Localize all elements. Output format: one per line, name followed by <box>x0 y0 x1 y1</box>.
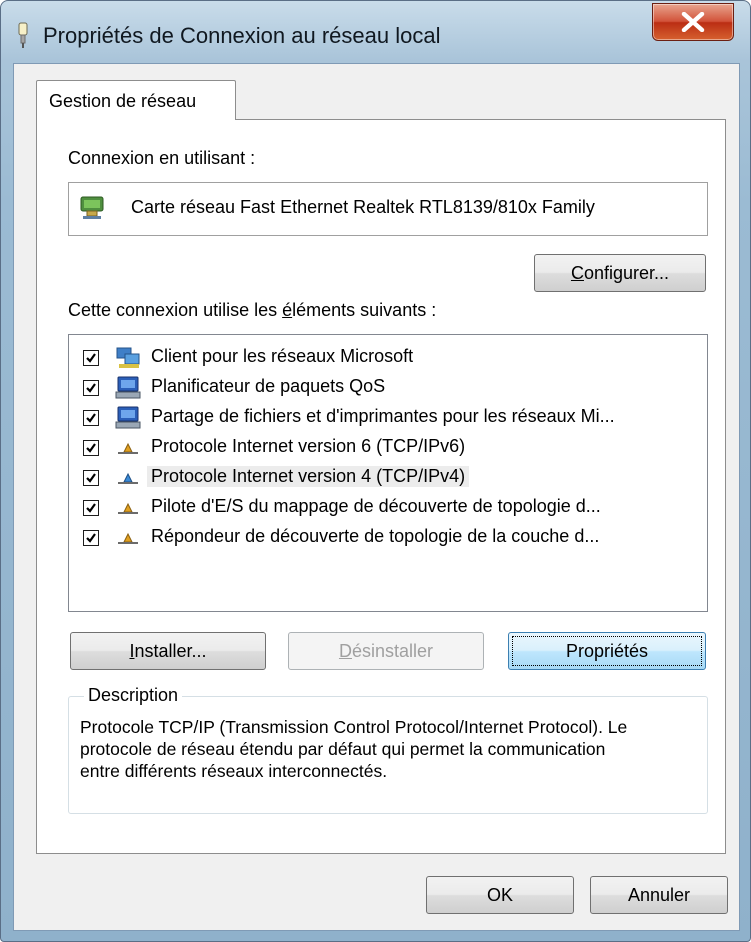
list-item-label: Protocole Internet version 4 (TCP/IPv4) <box>147 466 470 487</box>
network-client-icon <box>116 347 140 368</box>
focus-rectangle <box>512 636 702 666</box>
close-button[interactable] <box>652 3 734 41</box>
cancel-button[interactable]: Annuler <box>590 876 728 914</box>
checkmark-icon <box>86 473 96 483</box>
ok-button[interactable]: OK <box>426 876 574 914</box>
components-list[interactable]: Client pour les réseaux Microsoft Planif… <box>68 334 708 612</box>
connect-using-label: Connexion en utilisant : <box>68 148 256 168</box>
service-computer-icon <box>115 376 141 399</box>
checkmark-icon <box>86 533 96 543</box>
checkbox[interactable] <box>83 380 99 396</box>
protocol-icon <box>118 442 138 454</box>
description-title: Description <box>84 685 183 706</box>
properties-button[interactable]: Propriétés <box>508 632 706 670</box>
install-button[interactable]: Installer... <box>70 632 266 670</box>
protocol-icon <box>118 502 138 514</box>
checkmark-icon <box>86 413 96 423</box>
checkbox[interactable] <box>83 440 99 456</box>
checkbox[interactable] <box>83 530 99 546</box>
configure-button[interactable]: Configurer... <box>534 254 706 292</box>
list-item-label: Planificateur de paquets QoS <box>151 376 386 396</box>
network-adapter-icon <box>80 196 104 219</box>
uninstall-button[interactable]: Désinstaller <box>288 632 484 670</box>
checkmark-icon <box>86 383 96 393</box>
adapter-field: Carte réseau Fast Ethernet Realtek RTL81… <box>68 182 708 236</box>
adapter-name: Carte réseau Fast Ethernet Realtek RTL81… <box>131 197 595 217</box>
tab-gestion-de-reseau[interactable]: Gestion de réseau <box>36 80 236 120</box>
list-item-label: Client pour les réseaux Microsoft <box>151 346 414 366</box>
items-label: Cette connexion utilise les éléments sui… <box>68 300 437 320</box>
checkbox[interactable] <box>83 410 99 426</box>
list-item-label: Partage de fichiers et d'imprimantes pou… <box>151 406 615 426</box>
window-title: Propriétés de Connexion au réseau local <box>43 23 441 48</box>
checkmark-icon <box>86 353 96 363</box>
list-item-label: Protocole Internet version 6 (TCP/IPv6) <box>151 436 466 456</box>
service-computer-icon <box>115 406 141 429</box>
protocol-icon <box>118 532 138 544</box>
checkmark-icon <box>86 443 96 453</box>
title-bar[interactable]: Propriétés de Connexion au réseau local <box>1 1 750 63</box>
checkbox[interactable] <box>83 470 99 486</box>
checkbox[interactable] <box>83 350 99 366</box>
close-icon <box>681 12 705 32</box>
list-item-label: Répondeur de découverte de topologie de … <box>151 526 600 546</box>
checkbox[interactable] <box>83 500 99 516</box>
description-area: Protocole TCP/IP (Transmission Control P… <box>80 716 700 812</box>
network-icon <box>18 22 28 48</box>
checkmark-icon <box>86 503 96 513</box>
description-text: Protocole TCP/IP (Transmission Control P… <box>80 717 628 781</box>
protocol-icon <box>118 472 138 484</box>
list-item-label: Pilote d'E/S du mappage de découverte de… <box>151 496 601 516</box>
